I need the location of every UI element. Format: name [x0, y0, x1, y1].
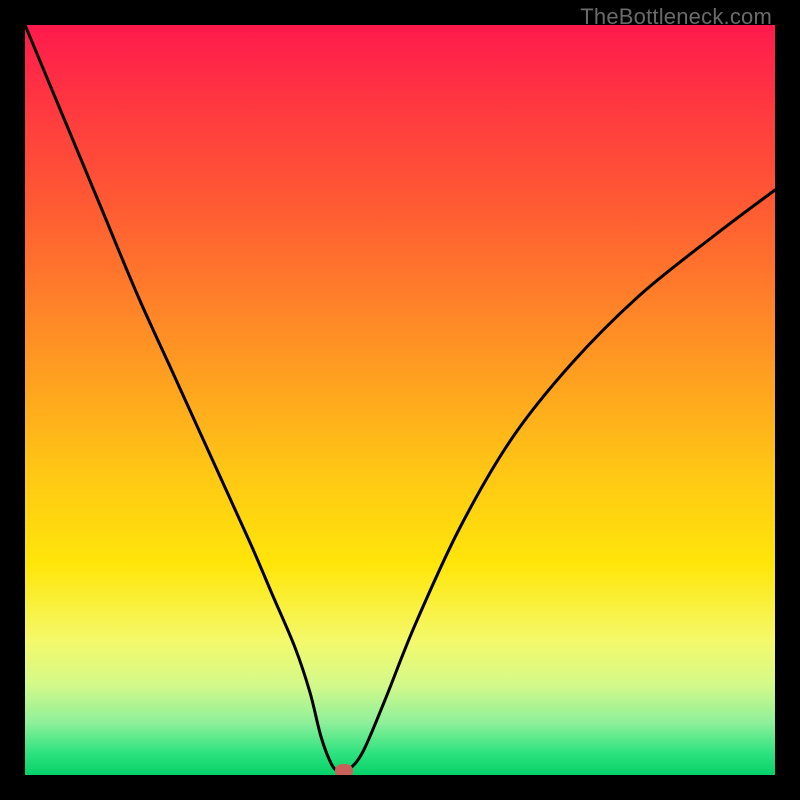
optimal-point-marker	[335, 764, 353, 776]
curve-svg	[25, 25, 775, 775]
bottleneck-curve	[25, 25, 775, 772]
plot-area	[25, 25, 775, 775]
chart-frame: TheBottleneck.com	[0, 0, 800, 800]
